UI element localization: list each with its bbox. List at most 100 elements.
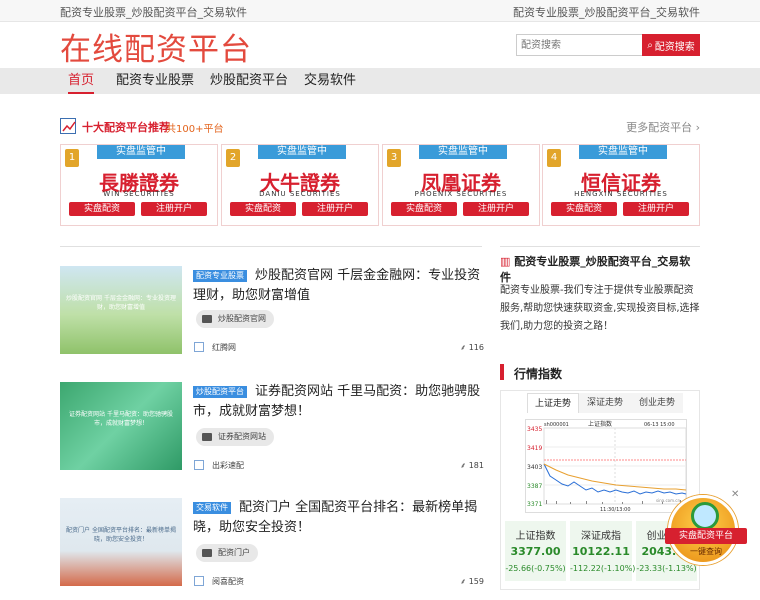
quote-change: -25.66(-0.75%): [505, 564, 566, 573]
broker-english-name: WIN SECURITIES: [103, 190, 175, 198]
source-icon: [194, 576, 204, 586]
tab-shenzhen[interactable]: 深证走势: [579, 393, 631, 413]
nav-item-home[interactable]: 首页: [68, 68, 95, 94]
chip-label: 炒股配资官网: [218, 314, 266, 323]
article-item[interactable]: 炒股配资官网 千层金金融网：专业投资理财，助您财富增值 配资专业股票 炒股配资官网…: [60, 266, 484, 356]
broker-register-button[interactable]: 注册开户: [141, 202, 207, 216]
nav-item-stocks[interactable]: 配资专业股票: [116, 68, 194, 94]
broker-english-name: DANIU SECURITIES: [259, 190, 341, 198]
chart-code: sh000001: [544, 422, 569, 428]
article-views: ⸙ 181: [460, 460, 484, 471]
brokers-title: 十大配资平台推荐: [82, 121, 170, 134]
nav-item-software[interactable]: 交易软件: [304, 68, 356, 94]
article-keyword-chip[interactable]: 配资门户: [196, 544, 258, 562]
article-title[interactable]: 炒股配资平台 证券配资网站 千里马配资：助您驰骋股市，成就财富梦想！: [193, 382, 483, 422]
chart-icon: ▥: [500, 255, 511, 268]
sidebar-description: 配资专业股票-我们专注于提供专业股票配资服务,帮助您快速获取资金,实现投资目标,…: [500, 285, 700, 332]
chart-y-label: 3387: [527, 483, 542, 490]
market-header: 行情指数: [500, 362, 700, 382]
tab-shanghai[interactable]: 上证走势: [527, 393, 579, 413]
brokers-count: 共100+平台: [166, 124, 224, 135]
views-count: 159: [468, 577, 484, 586]
broker-trade-button[interactable]: 实盘配资: [391, 202, 457, 216]
article-tag[interactable]: 炒股配资平台: [193, 385, 247, 398]
views-icon: ⸙: [460, 577, 467, 586]
brokers-more-link[interactable]: 更多配资平台 ›: [626, 119, 700, 135]
market-widget: 上证走势 深证走势 创业走势 3435 3419 3403 3387 3371 …: [500, 390, 700, 590]
quote-change: -23.33(-1.13%): [636, 564, 697, 573]
source-icon: [194, 342, 204, 352]
broker-card[interactable]: 实盘监管中 4 恒信证券 HENGXIN SECURITIES 实盘配资 注册开…: [542, 144, 700, 226]
nav-item-platform[interactable]: 炒股配资平台: [210, 68, 288, 94]
article-thumbnail[interactable]: 炒股配资官网 千层金金融网：专业投资理财，助您财富增值: [60, 266, 182, 354]
chart-y-label: 3403: [527, 464, 542, 471]
quote-card[interactable]: 上证指数 3377.00 -25.66(-0.75%): [505, 521, 566, 581]
article-source: 出彩速配: [212, 461, 244, 470]
site-logo[interactable]: 在线配资平台: [60, 24, 252, 69]
thumbnail-caption: 证券配资网站 千里马配资：助您驰骋股市，成就财富梦想！: [69, 411, 173, 427]
article-keyword-chip[interactable]: 炒股配资官网: [196, 310, 274, 328]
thumbnail-caption: 炒股配资官网 千层金金融网：专业投资理财，助您财富增值: [66, 295, 176, 311]
chip-label: 证券配资网站: [218, 432, 266, 441]
floating-badge-title: 实盘配资平台: [665, 528, 747, 544]
index-chart[interactable]: 3435 3419 3403 3387 3371 sh000001 上证指数 0…: [525, 419, 687, 513]
tag-icon: [202, 315, 212, 323]
broker-card[interactable]: 实盘监管中 2 大牛證券 DANIU SECURITIES 实盘配资 注册开户: [221, 144, 379, 226]
content-divider: [60, 246, 482, 247]
broker-trade-button[interactable]: 实盘配资: [230, 202, 296, 216]
article-title[interactable]: 配资专业股票 炒股配资官网 千层金金融网：专业投资理财，助您财富增值: [193, 266, 483, 306]
chart-icon: [60, 118, 76, 134]
sidebar-title-text: 配资专业股票_炒股配资平台_交易软件: [500, 255, 691, 284]
article-thumbnail[interactable]: 证券配资网站 千里马配资：助您驰骋股市，成就财富梦想！: [60, 382, 182, 470]
broker-register-button[interactable]: 注册开户: [463, 202, 529, 216]
top-bar-right-link[interactable]: 配资专业股票_炒股配资平台_交易软件: [513, 4, 700, 20]
page: 配资专业股票_炒股配资平台_交易软件 配资专业股票_炒股配资平台_交易软件 在线…: [0, 0, 760, 600]
market-header-bar: [500, 364, 504, 380]
broker-rank: 2: [226, 149, 240, 167]
article-tag[interactable]: 配资专业股票: [193, 269, 247, 282]
tag-icon: [202, 549, 212, 557]
article-title[interactable]: 交易软件 配资门户 全国配资平台排名：最新榜单揭晓，助您安全投资！: [193, 498, 483, 538]
top-bar-left-link[interactable]: 配资专业股票_炒股配资平台_交易软件: [60, 4, 247, 20]
broker-trade-button[interactable]: 实盘配资: [69, 202, 135, 216]
sidebar-title: ▥ 配资专业股票_炒股配资平台_交易软件: [500, 253, 700, 285]
chip-label: 配资门户: [218, 548, 250, 557]
broker-card[interactable]: 实盘监管中 1 長勝證券 WIN SECURITIES 实盘配资 注册开户: [60, 144, 218, 226]
search-input[interactable]: [516, 34, 642, 56]
quote-name: 深证成指: [581, 531, 621, 542]
chart-y-label: 3419: [527, 445, 542, 452]
chart-x-label: 11:30/13:00: [600, 507, 631, 513]
close-icon[interactable]: ✕: [731, 489, 739, 500]
views-count: 116: [468, 343, 484, 352]
quote-name: 上证指数: [515, 531, 556, 542]
broker-card[interactable]: 实盘监管中 3 凤凰证券 PHOENIX SECURITIES 实盘配资 注册开…: [382, 144, 540, 226]
quote-value: 3377.00: [510, 545, 561, 558]
chart-y-label: 3435: [527, 426, 542, 433]
article-views: ⸙ 116: [460, 342, 484, 353]
search-button[interactable]: ⌕ 配资搜索: [642, 34, 700, 56]
broker-trade-button[interactable]: 实盘配资: [551, 202, 617, 216]
broker-english-name: HENGXIN SECURITIES: [574, 190, 668, 198]
article-keyword-chip[interactable]: 证券配资网站: [196, 428, 274, 446]
broker-english-name: PHOENIX SECURITIES: [414, 190, 508, 198]
broker-badge: 实盘监管中: [579, 145, 667, 159]
article-tag[interactable]: 交易软件: [193, 501, 231, 514]
search-button-label: 配资搜索: [654, 41, 695, 53]
tab-chinext[interactable]: 创业走势: [631, 393, 683, 413]
article-item[interactable]: 配资门户 全国配资平台排名：最新榜单揭晓，助您安全投资！ 交易软件 配资门户 全国…: [60, 498, 484, 588]
broker-badge: 实盘监管中: [419, 145, 507, 159]
broker-register-button[interactable]: 注册开户: [302, 202, 368, 216]
market-tabs: 上证走势 深证走势 创业走势: [527, 393, 683, 413]
tag-icon: [202, 433, 212, 441]
chart-site: sina.com.cn: [656, 498, 680, 503]
brokers-header: 十大配资平台推荐 共100+平台 更多配资平台 ›: [60, 116, 700, 138]
article-source: 红腾网: [212, 343, 236, 352]
broker-register-button[interactable]: 注册开户: [623, 202, 689, 216]
quote-value: 10122.11: [572, 545, 630, 558]
chevron-right-icon: ›: [695, 121, 700, 134]
article-item[interactable]: 证券配资网站 千里马配资：助您驰骋股市，成就财富梦想！ 炒股配资平台 证券配资网站…: [60, 382, 484, 472]
sidebar-divider: [500, 246, 700, 247]
quote-card[interactable]: 深证成指 10122.11 -112.22(-1.10%): [570, 521, 635, 581]
floating-platform-badge[interactable]: 实盘配资平台 一键查询: [665, 495, 747, 565]
article-thumbnail[interactable]: 配资门户 全国配资平台排名：最新榜单揭晓，助您安全投资！: [60, 498, 182, 586]
